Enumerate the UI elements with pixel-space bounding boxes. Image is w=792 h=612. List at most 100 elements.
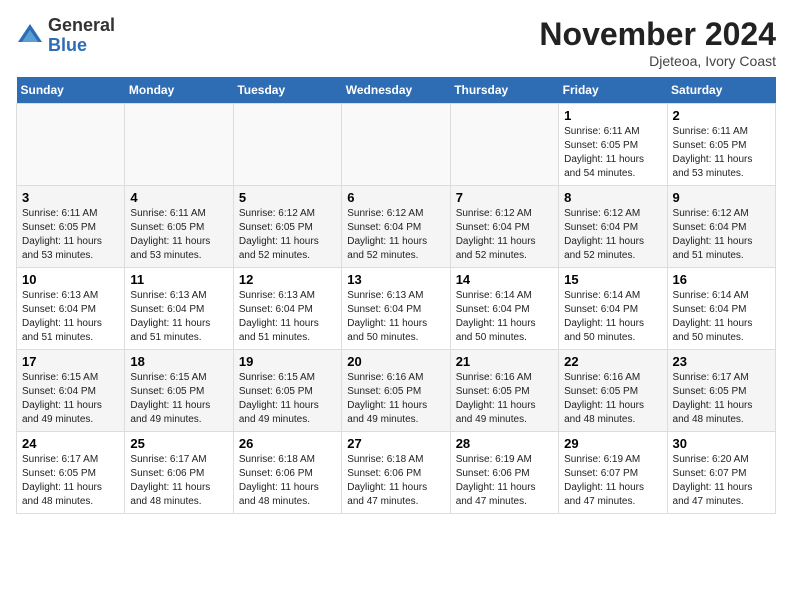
day-number: 7 — [456, 190, 553, 205]
calendar-week-1: 1Sunrise: 6:11 AM Sunset: 6:05 PM Daylig… — [17, 104, 776, 186]
calendar-cell: 20 Sunrise: 6:16 AM Sunset: 6:05 PM Dayli… — [342, 350, 450, 432]
day-number: 9 — [673, 190, 770, 205]
day-info: Sunrise: 6:19 AM Sunset: 6:06 PM Dayligh… — [456, 453, 553, 509]
calendar-week-4: 17 Sunrise: 6:15 AM Sunset: 6:04 PM Dayli… — [17, 350, 776, 432]
day-info: Sunrise: 6:14 AM Sunset: 6:04 PM Dayligh… — [673, 289, 770, 345]
logo-text: General Blue — [48, 16, 115, 56]
day-info: Sunrise: 6:16 AM Sunset: 6:05 PM Dayligh… — [456, 371, 553, 427]
day-info: Sunrise: 6:12 AM Sunset: 6:04 PM Dayligh… — [347, 207, 444, 263]
day-number: 11 — [130, 272, 227, 287]
calendar-cell: 23 Sunrise: 6:17 AM Sunset: 6:05 PM Dayli… — [667, 350, 775, 432]
header-tuesday: Tuesday — [233, 77, 341, 104]
day-number: 24 — [22, 436, 119, 451]
calendar-cell: 10 Sunrise: 6:13 AM Sunset: 6:04 PM Dayli… — [17, 268, 125, 350]
calendar-week-3: 10 Sunrise: 6:13 AM Sunset: 6:04 PM Dayli… — [17, 268, 776, 350]
calendar-cell: 22 Sunrise: 6:16 AM Sunset: 6:05 PM Dayli… — [559, 350, 667, 432]
header-friday: Friday — [559, 77, 667, 104]
location: Djeteoa, Ivory Coast — [539, 53, 776, 69]
calendar-cell — [17, 104, 125, 186]
header-saturday: Saturday — [667, 77, 775, 104]
day-number: 27 — [347, 436, 444, 451]
day-number: 22 — [564, 354, 661, 369]
day-info: Sunrise: 6:15 AM Sunset: 6:05 PM Dayligh… — [130, 371, 227, 427]
calendar-cell: 15 Sunrise: 6:14 AM Sunset: 6:04 PM Dayli… — [559, 268, 667, 350]
day-number: 21 — [456, 354, 553, 369]
day-info: Sunrise: 6:11 AM Sunset: 6:05 PM Dayligh… — [130, 207, 227, 263]
calendar-header-row: SundayMondayTuesdayWednesdayThursdayFrid… — [17, 77, 776, 104]
day-info: Sunrise: 6:14 AM Sunset: 6:04 PM Dayligh… — [456, 289, 553, 345]
day-info: Sunrise: 6:12 AM Sunset: 6:05 PM Dayligh… — [239, 207, 336, 263]
calendar-cell: 12Sunrise: 6:13 AM Sunset: 6:04 PM Dayli… — [233, 268, 341, 350]
calendar-cell: 26Sunrise: 6:18 AM Sunset: 6:06 PM Dayli… — [233, 432, 341, 514]
day-info: Sunrise: 6:16 AM Sunset: 6:05 PM Dayligh… — [564, 371, 661, 427]
day-number: 4 — [130, 190, 227, 205]
logo-general: General — [48, 15, 115, 35]
calendar-cell: 7 Sunrise: 6:12 AM Sunset: 6:04 PM Daylig… — [450, 186, 558, 268]
calendar-cell: 17 Sunrise: 6:15 AM Sunset: 6:04 PM Dayli… — [17, 350, 125, 432]
header-thursday: Thursday — [450, 77, 558, 104]
calendar-cell: 18 Sunrise: 6:15 AM Sunset: 6:05 PM Dayli… — [125, 350, 233, 432]
calendar-cell: 4 Sunrise: 6:11 AM Sunset: 6:05 PM Daylig… — [125, 186, 233, 268]
day-info: Sunrise: 6:13 AM Sunset: 6:04 PM Dayligh… — [347, 289, 444, 345]
day-number: 20 — [347, 354, 444, 369]
day-number: 15 — [564, 272, 661, 287]
calendar-cell: 1Sunrise: 6:11 AM Sunset: 6:05 PM Daylig… — [559, 104, 667, 186]
day-info: Sunrise: 6:12 AM Sunset: 6:04 PM Dayligh… — [564, 207, 661, 263]
header-monday: Monday — [125, 77, 233, 104]
month-title: November 2024 — [539, 16, 776, 53]
day-number: 16 — [673, 272, 770, 287]
calendar-cell — [233, 104, 341, 186]
day-info: Sunrise: 6:16 AM Sunset: 6:05 PM Dayligh… — [347, 371, 444, 427]
header-sunday: Sunday — [17, 77, 125, 104]
header-wednesday: Wednesday — [342, 77, 450, 104]
day-number: 5 — [239, 190, 336, 205]
day-info: Sunrise: 6:13 AM Sunset: 6:04 PM Dayligh… — [130, 289, 227, 345]
calendar-cell — [450, 104, 558, 186]
calendar-cell: 27 Sunrise: 6:18 AM Sunset: 6:06 PM Dayli… — [342, 432, 450, 514]
day-info: Sunrise: 6:15 AM Sunset: 6:04 PM Dayligh… — [22, 371, 119, 427]
day-number: 19 — [239, 354, 336, 369]
calendar-cell — [125, 104, 233, 186]
page-header: General Blue November 2024 Djeteoa, Ivor… — [16, 16, 776, 69]
day-number: 30 — [673, 436, 770, 451]
day-info: Sunrise: 6:20 AM Sunset: 6:07 PM Dayligh… — [673, 453, 770, 509]
day-info: Sunrise: 6:12 AM Sunset: 6:04 PM Dayligh… — [456, 207, 553, 263]
calendar-cell: 3Sunrise: 6:11 AM Sunset: 6:05 PM Daylig… — [17, 186, 125, 268]
day-number: 2 — [673, 108, 770, 123]
day-number: 3 — [22, 190, 119, 205]
calendar-cell: 29Sunrise: 6:19 AM Sunset: 6:07 PM Dayli… — [559, 432, 667, 514]
day-info: Sunrise: 6:18 AM Sunset: 6:06 PM Dayligh… — [347, 453, 444, 509]
day-info: Sunrise: 6:17 AM Sunset: 6:06 PM Dayligh… — [130, 453, 227, 509]
calendar-week-2: 3 Sunrise: 6:11 AM Sunset: 6:05 PM Daylig… — [17, 186, 776, 268]
logo: General Blue — [16, 16, 115, 56]
calendar-cell: 14 Sunrise: 6:14 AM Sunset: 6:04 PM Dayli… — [450, 268, 558, 350]
day-number: 23 — [673, 354, 770, 369]
day-info: Sunrise: 6:17 AM Sunset: 6:05 PM Dayligh… — [673, 371, 770, 427]
calendar-cell: 5 Sunrise: 6:12 AM Sunset: 6:05 PM Daylig… — [233, 186, 341, 268]
day-info: Sunrise: 6:18 AM Sunset: 6:06 PM Dayligh… — [239, 453, 336, 509]
calendar-cell: 9 Sunrise: 6:12 AM Sunset: 6:04 PM Daylig… — [667, 186, 775, 268]
calendar-cell: 24Sunrise: 6:17 AM Sunset: 6:05 PM Dayli… — [17, 432, 125, 514]
day-number: 13 — [347, 272, 444, 287]
day-number: 17 — [22, 354, 119, 369]
calendar-cell: 8Sunrise: 6:12 AM Sunset: 6:04 PM Daylig… — [559, 186, 667, 268]
day-number: 12 — [239, 272, 336, 287]
day-number: 28 — [456, 436, 553, 451]
day-info: Sunrise: 6:14 AM Sunset: 6:04 PM Dayligh… — [564, 289, 661, 345]
calendar-cell: 6Sunrise: 6:12 AM Sunset: 6:04 PM Daylig… — [342, 186, 450, 268]
day-number: 29 — [564, 436, 661, 451]
day-number: 18 — [130, 354, 227, 369]
day-info: Sunrise: 6:15 AM Sunset: 6:05 PM Dayligh… — [239, 371, 336, 427]
day-info: Sunrise: 6:11 AM Sunset: 6:05 PM Dayligh… — [564, 125, 661, 181]
day-number: 14 — [456, 272, 553, 287]
day-info: Sunrise: 6:13 AM Sunset: 6:04 PM Dayligh… — [22, 289, 119, 345]
day-info: Sunrise: 6:12 AM Sunset: 6:04 PM Dayligh… — [673, 207, 770, 263]
calendar-cell: 28 Sunrise: 6:19 AM Sunset: 6:06 PM Dayli… — [450, 432, 558, 514]
calendar-cell: 16 Sunrise: 6:14 AM Sunset: 6:04 PM Dayli… — [667, 268, 775, 350]
calendar-week-5: 24Sunrise: 6:17 AM Sunset: 6:05 PM Dayli… — [17, 432, 776, 514]
logo-blue: Blue — [48, 35, 87, 55]
day-number: 10 — [22, 272, 119, 287]
logo-icon — [16, 22, 44, 50]
calendar-cell: 25Sunrise: 6:17 AM Sunset: 6:06 PM Dayli… — [125, 432, 233, 514]
title-block: November 2024 Djeteoa, Ivory Coast — [539, 16, 776, 69]
